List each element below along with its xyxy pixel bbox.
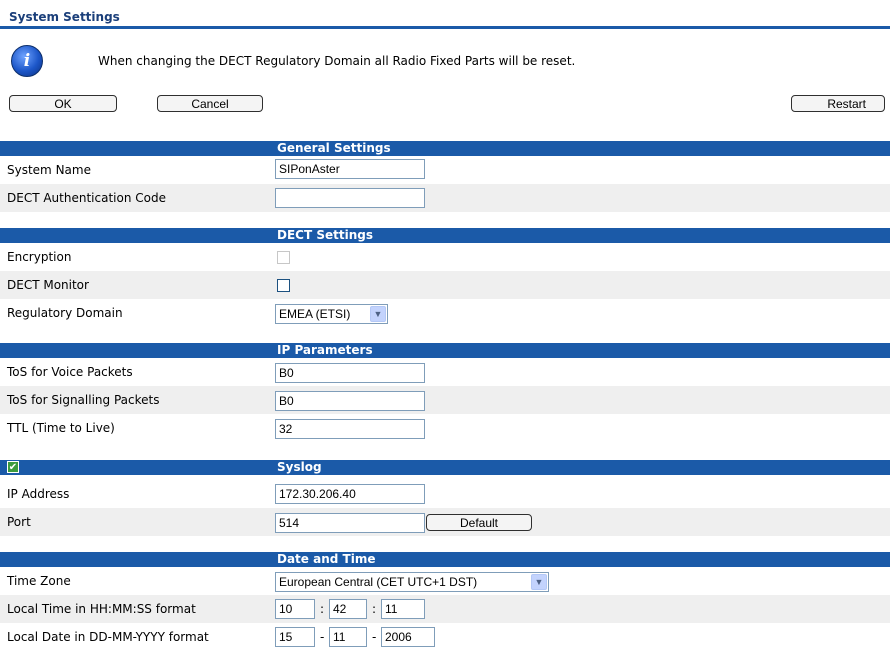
info-icon: i — [11, 45, 43, 77]
minute-input[interactable]: 42 — [329, 599, 367, 619]
section-header-syslog: ✔ Syslog — [0, 460, 890, 475]
syslog-port-input[interactable]: 514 — [275, 513, 425, 533]
time-zone-value: European Central (CET UTC+1 DST) — [279, 575, 478, 589]
page-title: System Settings — [9, 10, 120, 24]
tos-signalling-label: ToS for Signalling Packets — [7, 393, 160, 407]
default-button[interactable]: Default — [426, 514, 532, 531]
time-separator: : — [320, 602, 325, 616]
local-time-label: Local Time in HH:MM:SS format — [7, 602, 196, 616]
restart-button[interactable]: Restart — [791, 95, 885, 112]
month-input[interactable]: 11 — [329, 627, 367, 647]
year-input[interactable]: 2006 — [381, 627, 435, 647]
row-auth-code: DECT Authentication Code — [0, 184, 890, 212]
row-dect-monitor: DECT Monitor — [0, 271, 890, 299]
tos-signalling-input[interactable]: B0 — [275, 391, 425, 411]
row-encryption: Encryption — [0, 243, 890, 271]
syslog-enable-checkbox[interactable]: ✔ — [7, 461, 19, 473]
tos-voice-input[interactable]: B0 — [275, 363, 425, 383]
row-tos-signalling: ToS for Signalling Packets B0 — [0, 386, 890, 414]
system-name-label: System Name — [7, 163, 91, 177]
section-header-datetime: Date and Time — [0, 552, 890, 567]
section-title: General Settings — [277, 141, 391, 155]
ttl-input[interactable]: 32 — [275, 419, 425, 439]
section-title: Syslog — [277, 460, 322, 474]
row-syslog-ip: IP Address 172.30.206.40 — [0, 480, 890, 508]
info-message: When changing the DECT Regulatory Domain… — [98, 54, 576, 68]
row-regulatory-domain: Regulatory Domain EMEA (ETSI) ▼ — [0, 299, 890, 327]
section-title: IP Parameters — [277, 343, 373, 357]
section-header-ip: IP Parameters — [0, 343, 890, 358]
chevron-down-icon[interactable]: ▼ — [531, 574, 547, 590]
section-title: DECT Settings — [277, 228, 373, 242]
auth-code-label: DECT Authentication Code — [7, 191, 166, 205]
syslog-ip-label: IP Address — [7, 487, 70, 501]
time-separator: : — [372, 602, 377, 616]
tos-voice-label: ToS for Voice Packets — [7, 365, 133, 379]
regulatory-domain-select[interactable]: EMEA (ETSI) ▼ — [275, 304, 388, 324]
section-header-dect: DECT Settings — [0, 228, 890, 243]
syslog-port-label: Port — [7, 515, 31, 529]
date-separator: - — [372, 630, 377, 644]
time-zone-select[interactable]: European Central (CET UTC+1 DST) ▼ — [275, 572, 549, 592]
auth-code-input[interactable] — [275, 188, 425, 208]
date-separator: - — [320, 630, 325, 644]
ttl-label: TTL (Time to Live) — [7, 421, 115, 435]
day-input[interactable]: 15 — [275, 627, 315, 647]
row-ttl: TTL (Time to Live) 32 — [0, 414, 890, 442]
section-title: Date and Time — [277, 552, 376, 566]
row-system-name: System Name SIPonAster — [0, 156, 890, 184]
encryption-label: Encryption — [7, 250, 72, 264]
chevron-down-icon[interactable]: ▼ — [370, 306, 386, 322]
regulatory-domain-value: EMEA (ETSI) — [279, 307, 351, 321]
second-input[interactable]: 11 — [381, 599, 425, 619]
ok-button[interactable]: OK — [9, 95, 117, 112]
system-name-input[interactable]: SIPonAster — [275, 159, 425, 179]
encryption-checkbox[interactable] — [277, 251, 290, 264]
cancel-button[interactable]: Cancel — [157, 95, 263, 112]
title-divider — [0, 26, 890, 29]
row-local-time: Local Time in HH:MM:SS format 10 : 42 : … — [0, 595, 890, 623]
dect-monitor-checkbox[interactable] — [277, 279, 290, 292]
time-zone-label: Time Zone — [7, 574, 71, 588]
dect-monitor-label: DECT Monitor — [7, 278, 89, 292]
regulatory-domain-label: Regulatory Domain — [7, 306, 123, 320]
row-local-date: Local Date in DD-MM-YYYY format 15 - 11 … — [0, 623, 890, 651]
section-header-general: General Settings — [0, 141, 890, 156]
row-tos-voice: ToS for Voice Packets B0 — [0, 358, 890, 386]
local-date-label: Local Date in DD-MM-YYYY format — [7, 630, 209, 644]
syslog-ip-input[interactable]: 172.30.206.40 — [275, 484, 425, 504]
hour-input[interactable]: 10 — [275, 599, 315, 619]
row-syslog-port: Port 514 Default — [0, 508, 890, 536]
row-time-zone: Time Zone European Central (CET UTC+1 DS… — [0, 567, 890, 595]
